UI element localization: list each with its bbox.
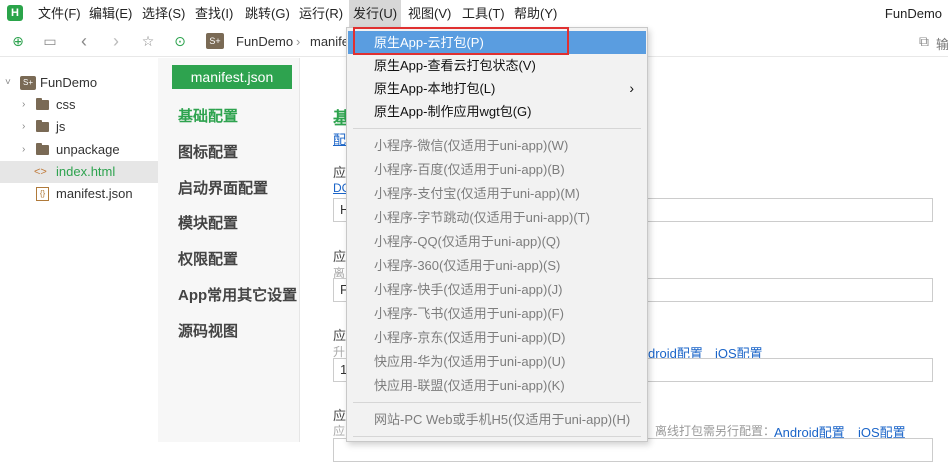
- breadcrumb-file[interactable]: manife: [310, 34, 349, 49]
- tree-project-root[interactable]: ˅ S+ FunDemo: [0, 72, 158, 94]
- folder-icon: [36, 98, 49, 110]
- tree-label: js: [56, 119, 66, 134]
- field4-sublabel: 应: [333, 424, 346, 438]
- tree-label: FunDemo: [40, 75, 98, 90]
- menu-separator: [353, 402, 641, 403]
- menu-help[interactable]: 帮助(Y): [514, 0, 557, 27]
- nav-splash-config[interactable]: 启动界面配置: [178, 177, 268, 198]
- tree-item-manifest-json[interactable]: {} manifest.json: [0, 183, 158, 205]
- menu-item-mp-lark[interactable]: 小程序-飞书(仅适用于uni-app)(F): [348, 302, 646, 325]
- menu-select[interactable]: 选择(S): [142, 0, 185, 27]
- project-explorer: ˅ S+ FunDemo › css › js › unpackage <> i…: [0, 58, 158, 442]
- manifest-settings-nav: manifest.json 基础配置 图标配置 启动界面配置 模块配置 权限配置…: [158, 58, 300, 442]
- folder-icon: [36, 120, 49, 132]
- menu-item-mp-qq[interactable]: 小程序-QQ(仅适用于uni-app)(Q): [348, 230, 646, 253]
- nav-basic-config[interactable]: 基础配置: [178, 105, 238, 126]
- menu-separator: [353, 436, 641, 437]
- tree-item-index-html[interactable]: <> index.html: [0, 161, 158, 183]
- menu-item-mp-360[interactable]: 小程序-360(仅适用于uni-app)(S): [348, 254, 646, 277]
- menu-item-quickapp-huawei[interactable]: 快应用-华为(仅适用于uni-app)(U): [348, 350, 646, 373]
- section-link[interactable]: 配: [333, 129, 346, 148]
- chevron-right-icon: ›: [22, 121, 26, 132]
- breadcrumb-separator-icon: ›: [296, 34, 301, 49]
- annotation-highlight-box: [353, 27, 569, 55]
- nav-icon-config[interactable]: 图标配置: [178, 141, 238, 162]
- star-icon[interactable]: ☆: [140, 33, 156, 49]
- menu-item-mp-baidu[interactable]: 小程序-百度(仅适用于uni-app)(B): [348, 158, 646, 181]
- menu-item-make-wgt[interactable]: 原生App-制作应用wgt包(G): [348, 100, 646, 123]
- menu-bar: H 文件(F) 编辑(E) 选择(S) 查找(I) 跳转(G) 运行(R) 发行…: [0, 0, 948, 27]
- nav-source-view[interactable]: 源码视图: [178, 320, 238, 341]
- forward-icon[interactable]: ›: [108, 32, 124, 50]
- tree-label: unpackage: [56, 142, 120, 157]
- run-icon[interactable]: ⊙: [172, 33, 188, 49]
- window-title: FunDemo: [884, 6, 942, 21]
- tree-label: manifest.json: [56, 186, 133, 201]
- menu-file[interactable]: 文件(F): [38, 0, 81, 27]
- html-file-icon: <>: [34, 166, 47, 178]
- chevron-right-icon: ›: [629, 80, 634, 96]
- chevron-right-icon: ›: [22, 99, 26, 110]
- new-file-icon[interactable]: ⊕: [10, 33, 26, 49]
- menu-item-web-h5[interactable]: 网站-PC Web或手机H5(仅适用于uni-app)(H): [348, 408, 646, 431]
- menu-edit[interactable]: 编辑(E): [89, 0, 132, 27]
- tree-item-js[interactable]: › js: [0, 116, 158, 138]
- menu-find[interactable]: 查找(I): [195, 0, 233, 27]
- json-file-icon: {}: [36, 187, 49, 201]
- menu-item-cloud-build-status[interactable]: 原生App-查看云打包状态(V): [348, 54, 646, 77]
- field3-label: 应: [333, 328, 347, 343]
- tree-item-unpackage[interactable]: › unpackage: [0, 139, 158, 161]
- chevron-down-icon: ˅: [5, 77, 11, 88]
- field4-note: 离线打包需另行配置：: [655, 424, 776, 438]
- menu-run[interactable]: 运行(R): [299, 0, 343, 27]
- menu-item-mp-alipay[interactable]: 小程序-支付宝(仅适用于uni-app)(M): [348, 182, 646, 205]
- menu-view[interactable]: 视图(V): [408, 0, 451, 27]
- tree-item-css[interactable]: › css: [0, 94, 158, 116]
- save-icon[interactable]: ▭: [42, 33, 58, 49]
- nav-permission-config[interactable]: 权限配置: [178, 248, 238, 269]
- menu-publish[interactable]: 发行(U): [349, 0, 402, 27]
- field1-label: 应: [333, 165, 347, 180]
- publish-menu-dropdown: 原生App-云打包(P) 原生App-查看云打包状态(V) 原生App-本地打包…: [346, 27, 648, 442]
- menu-item-mp-toutiao[interactable]: 小程序-字节跳动(仅适用于uni-app)(T): [348, 206, 646, 229]
- menu-item-mp-jd[interactable]: 小程序-京东(仅适用于uni-app)(D): [348, 326, 646, 349]
- breadcrumb-project[interactable]: FunDemo: [236, 34, 293, 49]
- menu-item-native-local-build[interactable]: 原生App-本地打包(L) ›: [348, 77, 646, 100]
- app-logo-icon: H: [7, 5, 23, 21]
- menu-tools[interactable]: 工具(T): [462, 0, 505, 27]
- menu-item-label: 原生App-本地打包(L): [374, 81, 496, 96]
- menu-item-quickapp-union[interactable]: 快应用-联盟(仅适用于uni-app)(K): [348, 374, 646, 397]
- menu-goto[interactable]: 跳转(G): [245, 0, 290, 27]
- project-icon: S+: [206, 33, 224, 49]
- tree-label: css: [56, 97, 76, 112]
- preview-icon[interactable]: ⧉: [916, 33, 932, 49]
- nav-app-other-settings[interactable]: App常用其它设置: [178, 284, 297, 305]
- chevron-right-icon: ›: [22, 144, 26, 155]
- back-icon[interactable]: ‹: [76, 32, 92, 50]
- toolbar-right-text: 输: [936, 37, 948, 52]
- menu-item-mp-kuaishou[interactable]: 小程序-快手(仅适用于uni-app)(J): [348, 278, 646, 301]
- nav-module-config[interactable]: 模块配置: [178, 212, 238, 233]
- tree-label: index.html: [56, 164, 116, 179]
- folder-icon: [36, 143, 49, 155]
- project-icon: S+: [20, 76, 36, 90]
- menu-separator: [353, 128, 641, 129]
- tab-manifest-json[interactable]: manifest.json: [172, 65, 292, 89]
- field2-label: 应: [333, 249, 347, 264]
- menu-item-mp-weixin[interactable]: 小程序-微信(仅适用于uni-app)(W): [348, 134, 646, 157]
